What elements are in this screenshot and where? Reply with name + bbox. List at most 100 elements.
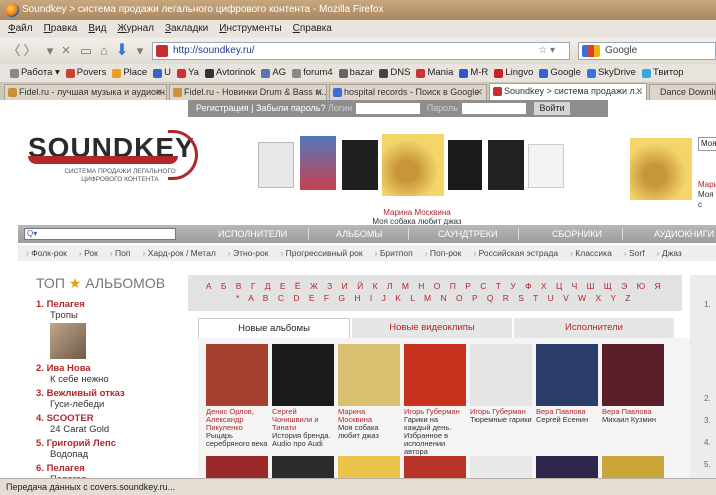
album-title[interactable]: Сергей Есенин <box>536 416 598 424</box>
carousel-cover[interactable] <box>300 136 336 190</box>
top-title[interactable]: 24 Carat Gold <box>36 424 176 435</box>
album-cover[interactable] <box>404 456 466 478</box>
carousel-cover[interactable] <box>528 144 564 188</box>
top-artist[interactable]: Пелагея <box>47 299 85 310</box>
album-cover[interactable] <box>470 344 532 406</box>
menu-edit[interactable]: Правка <box>44 20 78 38</box>
top-album-item[interactable]: 1. Пелагея Тропы <box>36 299 176 359</box>
album-title[interactable]: История бренда. Audio про Audi <box>272 432 334 448</box>
bookmark-item[interactable]: Mania <box>416 64 453 82</box>
carousel-cover[interactable] <box>448 140 482 190</box>
bookmark-item[interactable]: SkyDrive <box>586 64 636 82</box>
album-title[interactable]: Моя собака любит джаз <box>338 424 400 440</box>
bookmark-item[interactable]: M-R <box>459 64 488 82</box>
menu-file[interactable]: Файл <box>8 20 33 38</box>
tab-performers[interactable]: Исполнители <box>514 318 674 338</box>
album-card[interactable]: Вера Павлова Сергей Есенин <box>536 344 598 424</box>
top-title[interactable]: Водопад <box>36 449 176 460</box>
tab-1[interactable]: Fidel.ru - лучшая музыка и аудиокн... ✕ <box>4 84 167 100</box>
bookmark-item[interactable]: Ya <box>176 64 199 82</box>
menu-bookmarks[interactable]: Закладки <box>165 20 208 38</box>
soundkey-logo[interactable]: SOUNDKEY СИСТЕМА ПРОДАЖИ ЛЕГАЛЬНОГО ЦИФР… <box>28 130 198 186</box>
album-cover[interactable] <box>206 344 268 406</box>
top-title[interactable]: Тропы <box>36 310 176 321</box>
bookmark-item[interactable]: DNS <box>379 64 410 82</box>
tab-new-albums[interactable]: Новые альбомы <box>198 318 350 338</box>
tab-5[interactable]: Dance Download... <box>649 84 716 100</box>
album-cover[interactable] <box>470 456 532 478</box>
album-cover[interactable] <box>338 456 400 478</box>
genre-link[interactable]: Хард-рок / Метал <box>143 245 216 261</box>
forgot-password-link[interactable]: Забыли пароль? <box>256 103 325 113</box>
bookmark-item[interactable]: Работа ▾ <box>10 64 60 82</box>
history-dropdown-icon[interactable]: ▾ <box>42 43 58 59</box>
genre-link[interactable]: Фолк-рок <box>26 245 67 261</box>
album-cover[interactable] <box>272 344 334 406</box>
category-audiobooks[interactable]: Аудиокниги <box>654 225 714 243</box>
album-title[interactable]: Михаил Кузмин <box>602 416 664 424</box>
genre-link[interactable]: Поп <box>110 245 130 261</box>
bookmark-item[interactable]: Place <box>112 64 147 82</box>
album-cover[interactable] <box>272 456 334 478</box>
album-cover[interactable] <box>536 344 598 406</box>
top-album-item[interactable]: 6. ПелагеяПелагея <box>36 463 176 478</box>
bookmark-item[interactable]: U <box>153 64 171 82</box>
top-title[interactable]: Гуси-лебеди <box>36 399 176 410</box>
album-title[interactable]: Гарики на каждый день. Избранное в испол… <box>404 416 466 456</box>
top-album-thumbnail[interactable] <box>50 323 86 359</box>
search-box[interactable]: Google <box>578 42 716 60</box>
page-icon[interactable]: ▭ <box>78 43 94 59</box>
bookmark-star-icon[interactable]: ☆ ▾ <box>538 43 555 59</box>
alphabet-latin[interactable]: * A B C D E F G H I J K L M N O P Q R S … <box>188 292 682 304</box>
album-cover[interactable] <box>602 344 664 406</box>
tab-3[interactable]: hospital records - Поиск в Google ✕ <box>329 84 487 100</box>
album-cover[interactable] <box>404 344 466 406</box>
top-artist[interactable]: Вежливый отказ <box>47 388 125 399</box>
category-albums[interactable]: Альбомы <box>336 225 382 243</box>
genre-link[interactable]: Поп-рок <box>425 245 461 261</box>
top-artist[interactable]: Ива Нова <box>47 363 91 374</box>
bookmark-item[interactable]: Lingvo <box>494 64 533 82</box>
top-artist[interactable]: Пелагея <box>47 463 85 474</box>
site-search-input[interactable]: Q▾ <box>24 228 176 240</box>
search-dropdown-icon[interactable]: Q▾ <box>27 229 37 238</box>
back-arrow-icon[interactable]: 〈 <box>6 43 22 59</box>
genre-link[interactable]: Sorf <box>624 245 645 261</box>
forward-arrow-icon[interactable]: 〉 <box>22 43 38 59</box>
featured-cover[interactable] <box>382 134 444 196</box>
category-compilations[interactable]: Сборники <box>552 225 602 243</box>
bookmark-item[interactable]: Avtorinok <box>204 64 255 82</box>
password-input[interactable] <box>461 103 526 115</box>
category-soundtracks[interactable]: Саундтреки <box>438 225 497 243</box>
genre-link[interactable]: Этно-рок <box>228 245 268 261</box>
tab-new-videos[interactable]: Новые видеоклипы <box>352 318 512 338</box>
top-album-item[interactable]: 3. Вежливый отказ Гуси-лебеди <box>36 388 176 410</box>
register-link[interactable]: Регистрация <box>196 103 249 113</box>
tab-4-active[interactable]: Soundkey > система продажи л... ✕ <box>489 83 647 100</box>
album-cover[interactable] <box>536 456 598 478</box>
close-tab-icon[interactable]: ✕ <box>635 84 643 98</box>
album-card[interactable]: Марина Москвина Моя собака любит джаз <box>338 344 400 440</box>
album-artist[interactable]: Марина Москвина <box>338 408 400 424</box>
stop-icon[interactable]: ✕ <box>58 43 74 59</box>
album-card[interactable]: Игорь Губерман Гарики на каждый день. Изб… <box>404 344 466 456</box>
close-tab-icon[interactable]: ✕ <box>475 85 483 99</box>
login-button[interactable]: Войти <box>534 102 570 115</box>
album-cover[interactable] <box>206 456 268 478</box>
category-performers[interactable]: Исполнители <box>218 225 287 243</box>
right-cover[interactable] <box>630 138 692 200</box>
album-title[interactable]: Рыцарь серебряного века <box>206 432 268 448</box>
google-engine-icon[interactable] <box>582 45 600 57</box>
menu-view[interactable]: Вид <box>88 20 106 38</box>
top-artist[interactable]: Григорий Лепс <box>47 438 116 449</box>
alphabet-cyrillic[interactable]: А Б В Г Д Е Ё Ж З И Й К Л М Н О П Р С Т … <box>188 280 682 292</box>
menu-history[interactable]: Журнал <box>117 20 154 38</box>
right-search-input[interactable]: Моя <box>698 137 716 151</box>
dropdown-icon[interactable]: ▾ <box>132 43 148 59</box>
download-arrow-icon[interactable]: ⬇ <box>114 43 130 59</box>
genre-link[interactable]: Прогрессивный рок <box>280 245 363 261</box>
album-artist[interactable]: Сергей Чонишвили и Тинати <box>272 408 334 432</box>
top-artist[interactable]: SCOOTER <box>47 413 94 424</box>
album-card[interactable]: Денис Орлов, Александр Пикуленко Рыцарь с… <box>206 344 268 448</box>
bookmark-item[interactable]: bazar <box>338 64 373 82</box>
